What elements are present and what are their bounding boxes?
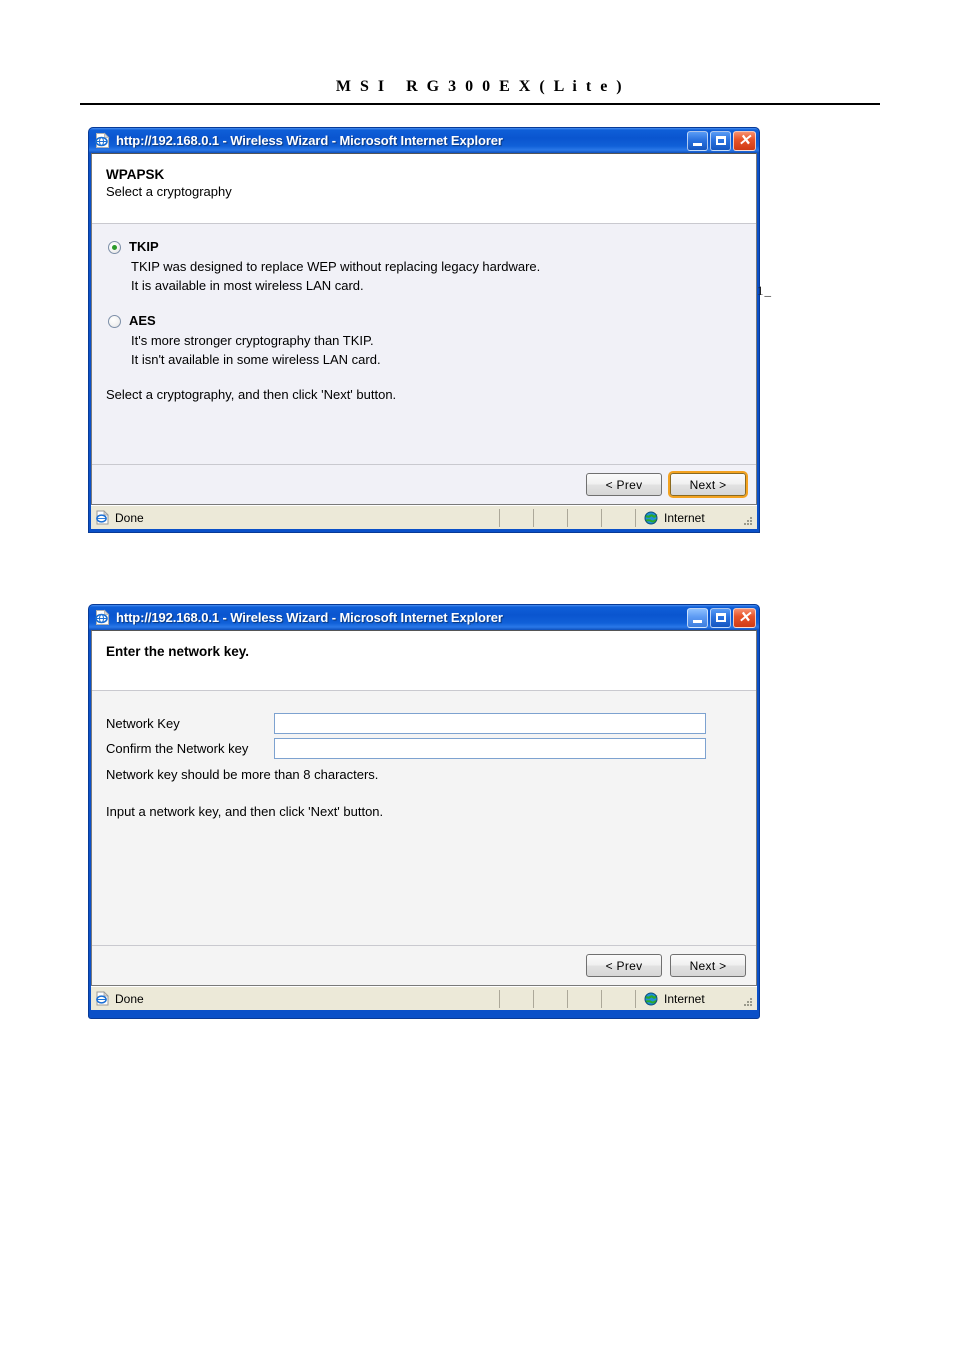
ie-page-icon	[94, 609, 111, 626]
status-message: Done	[91, 990, 499, 1008]
pane-footer: < Prev Next >	[92, 945, 756, 985]
document-title: M S I R G 3 0 0 E X ( L i t e )	[335, 78, 625, 95]
client-area: Enter the network key. Network Key Confi…	[91, 630, 757, 986]
pane-instruction: Select a cryptography, and then click 'N…	[106, 387, 397, 402]
close-button[interactable]: ✕	[733, 607, 756, 628]
status-zone: Internet	[635, 508, 757, 527]
next-button[interactable]: Next >	[670, 473, 746, 496]
titlebar[interactable]: http://192.168.0.1 - Wireless Wizard - M…	[89, 605, 759, 630]
ie-window-network-key[interactable]: http://192.168.0.1 - Wireless Wizard - M…	[88, 604, 760, 1019]
window-controls[interactable]: ✕	[687, 607, 756, 628]
radio-option-tkip[interactable]: TKIP	[106, 239, 756, 255]
radio-aes-label: AES	[129, 313, 156, 328]
status-zone: Internet	[635, 989, 757, 1008]
internet-globe-icon	[644, 992, 658, 1006]
close-button[interactable]: ✕	[733, 130, 756, 151]
ie-document-icon	[95, 991, 110, 1006]
next-button[interactable]: Next >	[670, 954, 746, 977]
pane-instruction: Input a network key, and then click 'Nex…	[106, 804, 384, 819]
radio-tkip-label: TKIP	[129, 239, 159, 254]
pane-header: Enter the network key.	[92, 631, 756, 691]
margin-page-marker: 1_	[757, 283, 772, 298]
pane-title: Enter the network key.	[106, 644, 250, 659]
pane-header: WPAPSK Select a cryptography	[92, 154, 756, 224]
network-key-note: Network key should be more than 8 charac…	[106, 767, 379, 782]
minimize-button[interactable]	[687, 130, 708, 151]
radio-aes-desc-line2: It isn't available in some wireless LAN …	[131, 352, 381, 367]
resize-grip[interactable]	[742, 515, 754, 527]
minimize-button[interactable]	[687, 607, 708, 628]
pane-footer: < Prev Next >	[92, 464, 756, 504]
radio-tkip-desc-line1: TKIP was designed to replace WEP without…	[131, 259, 541, 274]
confirm-network-key-input[interactable]	[274, 738, 706, 759]
client-area: WPAPSK Select a cryptography TKIP TKIP w…	[91, 153, 757, 505]
network-key-label: Network Key	[106, 715, 180, 731]
titlebar[interactable]: http://192.168.0.1 - Wireless Wizard - M…	[89, 128, 759, 153]
window-title: http://192.168.0.1 - Wireless Wizard - M…	[116, 610, 503, 625]
status-text: Done	[115, 991, 144, 1006]
status-segment-1	[499, 989, 533, 1008]
ie-page-icon	[94, 132, 111, 149]
status-message: Done	[91, 509, 499, 527]
status-segment-4	[601, 989, 635, 1008]
confirm-network-key-label: Confirm the Network key	[106, 740, 249, 756]
network-key-input[interactable]	[274, 713, 706, 734]
internet-globe-icon	[644, 511, 658, 525]
page-whitespace-crop	[0, 533, 954, 569]
prev-button[interactable]: < Prev	[586, 954, 662, 977]
status-segment-2	[533, 508, 567, 527]
status-segment-3	[567, 508, 601, 527]
ie-window-wpapsk[interactable]: http://192.168.0.1 - Wireless Wizard - M…	[88, 127, 760, 533]
form-row-network-key: Network Key	[106, 713, 756, 734]
radio-tkip-icon[interactable]	[108, 241, 121, 254]
option-spacer	[106, 295, 756, 313]
radio-option-aes[interactable]: AES	[106, 313, 756, 329]
window-title: http://192.168.0.1 - Wireless Wizard - M…	[116, 133, 503, 148]
pane-body: Network Key Confirm the Network key Netw…	[92, 691, 756, 945]
pane-subtitle: Select a cryptography	[106, 184, 232, 199]
form-row-confirm-network-key: Confirm the Network key	[106, 738, 756, 759]
page-header: M S I R G 3 0 0 E X ( L i t e )	[80, 78, 880, 96]
status-segment-4	[601, 508, 635, 527]
maximize-button[interactable]	[710, 130, 731, 151]
status-zone-text: Internet	[664, 510, 705, 525]
pane-body: TKIP TKIP was designed to replace WEP wi…	[92, 224, 756, 464]
ie-document-icon	[95, 510, 110, 525]
window-controls[interactable]: ✕	[687, 130, 756, 151]
maximize-button[interactable]	[710, 607, 731, 628]
header-divider	[80, 103, 880, 105]
radio-tkip-desc-line2: It is available in most wireless LAN car…	[131, 278, 364, 293]
status-text: Done	[115, 510, 144, 525]
radio-aes-icon[interactable]	[108, 315, 121, 328]
prev-button[interactable]: < Prev	[586, 473, 662, 496]
radio-aes-desc-line1: It's more stronger cryptography than TKI…	[131, 333, 374, 348]
statusbar: Done Internet	[91, 505, 757, 529]
status-segment-2	[533, 989, 567, 1008]
statusbar: Done Internet	[91, 986, 757, 1010]
status-zone-text: Internet	[664, 991, 705, 1006]
pane-title: WPAPSK	[106, 167, 165, 182]
status-segment-1	[499, 508, 533, 527]
resize-grip[interactable]	[742, 996, 754, 1008]
status-segment-3	[567, 989, 601, 1008]
